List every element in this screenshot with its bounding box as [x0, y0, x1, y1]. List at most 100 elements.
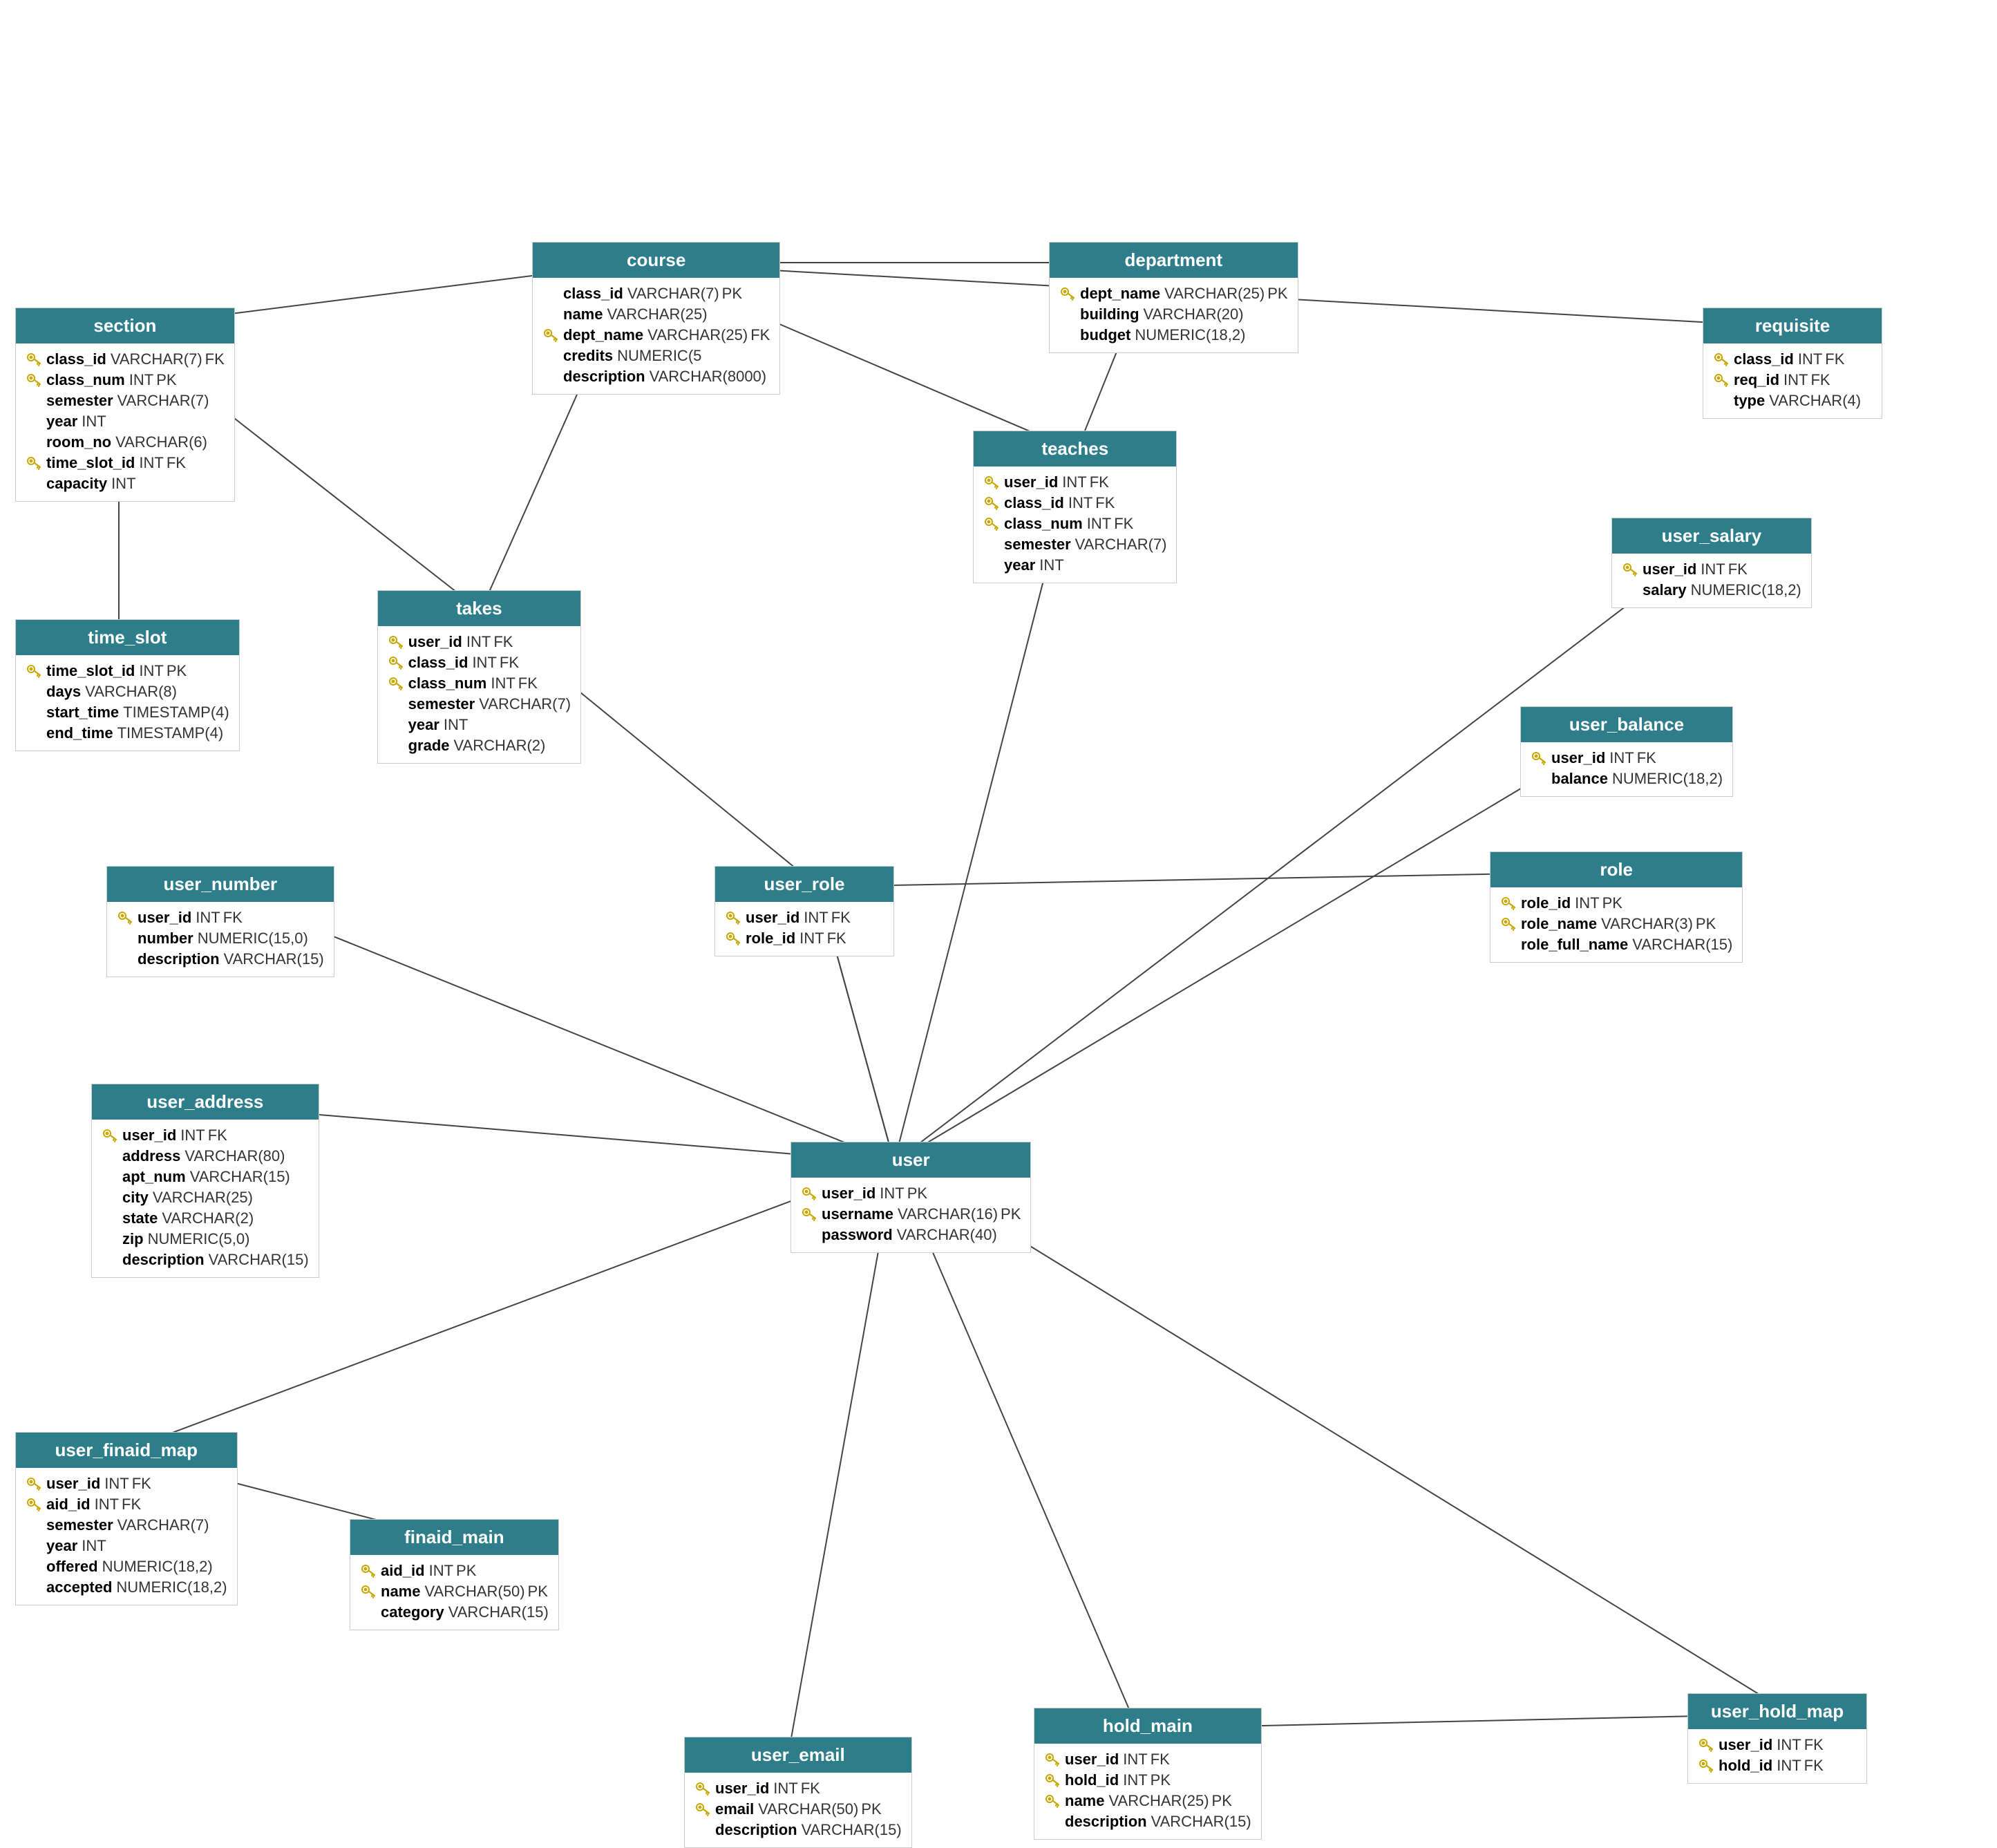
field-type: VARCHAR(15) — [209, 1251, 309, 1269]
table-row: req_idINT FK — [1713, 370, 1872, 390]
field-constraint: FK — [1825, 350, 1844, 368]
field-type: VARCHAR(6) — [115, 433, 207, 451]
field-name: user_id — [122, 1126, 176, 1144]
table-row: yearINT — [26, 1536, 227, 1556]
table-row: yearINT — [388, 715, 571, 735]
field-constraint: FK — [1095, 494, 1115, 512]
key-icon — [360, 1583, 377, 1600]
field-type: VARCHAR(80) — [184, 1147, 285, 1165]
page-title — [0, 0, 1997, 41]
field-type: VARCHAR(25) — [1108, 1792, 1209, 1810]
table-row: descriptionVARCHAR(15) — [102, 1250, 309, 1270]
field-name: type — [1734, 392, 1765, 410]
table-row: class_idINT FK — [983, 493, 1166, 513]
field-type: INT — [104, 1475, 129, 1493]
table-row: role_idINT FK — [725, 928, 884, 949]
field-name: accepted — [46, 1578, 112, 1596]
table-row: typeVARCHAR(4) — [1713, 390, 1872, 411]
field-type: VARCHAR(3) — [1601, 915, 1693, 933]
table-row: room_noVARCHAR(6) — [26, 432, 225, 453]
key-icon — [983, 516, 1000, 532]
table-user_finaid_map: user_finaid_map user_idINT FK aid_idINT … — [15, 1432, 238, 1605]
field-type: INT — [1575, 894, 1599, 912]
field-name: end_time — [46, 724, 113, 742]
field-type: INT — [1701, 560, 1725, 578]
table-row: nameVARCHAR(50) PK — [360, 1581, 549, 1602]
key-icon — [26, 663, 42, 679]
field-type: INT — [1039, 556, 1063, 574]
field-type: INT — [472, 654, 496, 672]
field-type: VARCHAR(15) — [224, 950, 324, 968]
field-constraint: FK — [1151, 1751, 1170, 1769]
table-user_role: user_role user_idINT FK role_idINT FK — [714, 866, 894, 956]
table-row: daysVARCHAR(8) — [26, 681, 229, 702]
table-section: section class_idVARCHAR(7) FK class_numI… — [15, 308, 235, 502]
field-name: description — [563, 368, 645, 386]
table-row: descriptionVARCHAR(8000) — [542, 366, 770, 387]
field-name: role_id — [1521, 894, 1571, 912]
table-row: aid_idINT FK — [26, 1494, 227, 1515]
table-row: numberNUMERIC(15,0) — [117, 928, 324, 949]
table-header-teaches: teaches — [974, 431, 1176, 466]
table-row: hold_idINT FK — [1698, 1755, 1857, 1776]
field-name: aid_id — [381, 1562, 425, 1580]
field-name: role_id — [746, 930, 795, 947]
table-user_number: user_number user_idINT FKnumberNUMERIC(1… — [106, 866, 334, 977]
table-hold_main: hold_main user_idINT FK hold_idINT PK na… — [1034, 1708, 1262, 1840]
field-name: user_id — [746, 909, 799, 927]
table-user_balance: user_balance user_idINT FKbalanceNUMERIC… — [1520, 706, 1733, 797]
field-constraint: FK — [208, 1126, 227, 1144]
field-type: NUMERIC(5 — [617, 347, 701, 365]
table-row: gradeVARCHAR(2) — [388, 735, 571, 756]
field-name: capacity — [46, 475, 107, 493]
field-constraint: FK — [1114, 515, 1133, 533]
table-row: apt_numVARCHAR(15) — [102, 1167, 309, 1187]
table-row: class_numINT FK — [983, 513, 1166, 534]
field-type: VARCHAR(25) — [647, 326, 748, 344]
table-row: usernameVARCHAR(16) PK — [801, 1204, 1021, 1225]
field-name: hold_id — [1065, 1771, 1119, 1789]
key-icon — [388, 675, 404, 692]
table-header-user_role: user_role — [715, 867, 893, 902]
table-header-requisite: requisite — [1703, 308, 1882, 343]
table-header-user_finaid_map: user_finaid_map — [16, 1433, 237, 1468]
field-constraint: PK — [156, 371, 176, 389]
field-type: INT — [1062, 473, 1086, 491]
table-header-course: course — [533, 243, 779, 278]
table-row: class_numINT PK — [26, 370, 225, 390]
field-type: INT — [880, 1185, 904, 1203]
field-name: apt_num — [122, 1168, 186, 1186]
field-type: INT — [1609, 749, 1634, 767]
table-row: balanceNUMERIC(18,2) — [1531, 769, 1723, 789]
key-icon — [1500, 916, 1517, 932]
table-user_email: user_email user_idINT FK emailVARCHAR(50… — [684, 1737, 912, 1848]
field-type: INT — [799, 930, 824, 947]
field-type: NUMERIC(18,2) — [102, 1558, 213, 1576]
key-icon — [801, 1206, 817, 1223]
field-constraint: PK — [528, 1583, 548, 1601]
key-icon — [1059, 285, 1076, 302]
key-icon — [26, 1475, 42, 1492]
field-name: password — [822, 1226, 893, 1244]
key-icon — [725, 930, 741, 947]
field-constraint: FK — [167, 454, 186, 472]
table-header-role: role — [1490, 852, 1742, 887]
field-type: VARCHAR(15) — [448, 1603, 549, 1621]
table-user_salary: user_salary user_idINT FKsalaryNUMERIC(1… — [1611, 518, 1812, 608]
table-row: cityVARCHAR(25) — [102, 1187, 309, 1208]
field-name: user_id — [46, 1475, 100, 1493]
key-icon — [983, 495, 1000, 511]
field-type: INT — [1777, 1736, 1801, 1754]
table-row: time_slot_idINT PK — [26, 661, 229, 681]
field-constraint: FK — [122, 1496, 141, 1514]
field-constraint: FK — [1728, 560, 1748, 578]
table-row: passwordVARCHAR(40) — [801, 1225, 1021, 1245]
field-type: INT — [773, 1780, 797, 1798]
table-header-user_address: user_address — [92, 1084, 319, 1120]
field-type: VARCHAR(50) — [758, 1800, 858, 1818]
field-name: budget — [1080, 326, 1130, 344]
table-row: semesterVARCHAR(7) — [26, 390, 225, 411]
table-row: descriptionVARCHAR(15) — [117, 949, 324, 970]
table-teaches: teaches user_idINT FK class_idINT FK cla… — [973, 431, 1177, 583]
table-row: user_idINT FK — [1622, 559, 1801, 580]
